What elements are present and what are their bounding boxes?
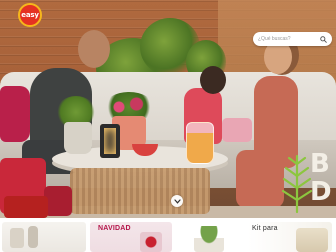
basket xyxy=(4,196,48,218)
coffee-table-base xyxy=(70,168,210,214)
juice-jug xyxy=(186,122,214,164)
plant-pot xyxy=(64,122,92,154)
scroll-down-button[interactable] xyxy=(171,195,183,207)
category-card-furniture[interactable] xyxy=(2,222,86,252)
cushion xyxy=(222,118,252,142)
brand-logo[interactable]: easy xyxy=(18,3,42,27)
search-bar[interactable] xyxy=(253,32,332,46)
category-image xyxy=(28,226,38,248)
logo-wordmark: easy xyxy=(21,10,39,19)
category-label: Kit para xyxy=(252,225,278,232)
cushion xyxy=(0,86,30,142)
category-label: NAVIDAD xyxy=(98,225,131,232)
search-input[interactable] xyxy=(258,34,318,44)
lantern xyxy=(100,124,120,158)
category-image xyxy=(194,226,224,252)
category-card-plants[interactable] xyxy=(176,222,244,252)
search-icon[interactable] xyxy=(318,34,328,44)
category-card-navidad[interactable]: NAVIDAD xyxy=(90,222,172,252)
promo-headline: B D xyxy=(310,149,333,207)
person-man-head xyxy=(78,30,110,68)
tree-icon xyxy=(281,154,313,214)
category-image xyxy=(296,228,328,252)
category-image xyxy=(140,232,162,252)
person-woman-legs xyxy=(236,150,284,208)
category-card-kit[interactable]: Kit para xyxy=(248,222,332,252)
person-girl-head xyxy=(200,66,226,94)
category-image xyxy=(10,228,24,248)
chevron-down-icon xyxy=(173,198,181,204)
cushion xyxy=(44,186,72,216)
